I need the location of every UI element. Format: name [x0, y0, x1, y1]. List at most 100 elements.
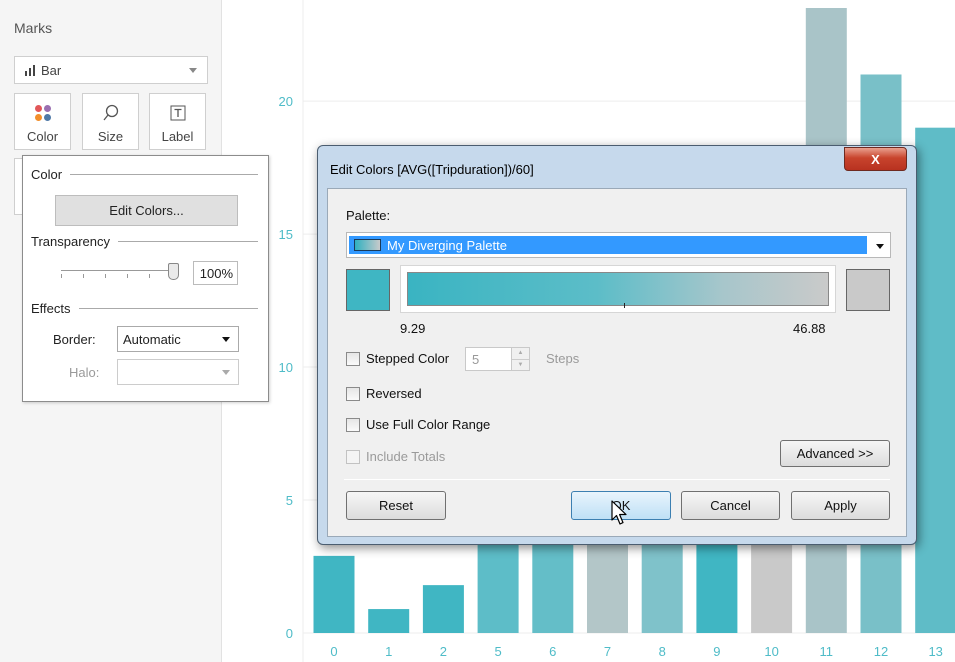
- y-tick-label: 10: [279, 360, 293, 375]
- x-tick-label: 6: [549, 644, 556, 659]
- steps-value[interactable]: 5: [465, 347, 512, 371]
- chevron-down-icon: [876, 244, 884, 249]
- x-tick-label: 11: [820, 644, 834, 659]
- bar-13[interactable]: [915, 127, 955, 634]
- reversed-label: Reversed: [366, 386, 422, 401]
- stepper-arrows[interactable]: ▲ ▼: [512, 347, 530, 371]
- range-min-value: 9.29: [400, 321, 426, 336]
- center-marker: [624, 303, 625, 308]
- slider-track: [61, 270, 173, 271]
- palette-label: Palette:: [346, 208, 391, 223]
- end-color-swatch[interactable]: [846, 269, 890, 311]
- palette-dropdown[interactable]: My Diverging Palette: [346, 232, 891, 258]
- color-section-title: Color: [31, 167, 63, 182]
- border-dropdown[interactable]: Automatic: [117, 326, 239, 352]
- transparency-section-title: Transparency: [31, 234, 110, 249]
- color-popup: Color Edit Colors... Transparency 100% E…: [22, 155, 269, 402]
- x-tick-label: 8: [659, 644, 666, 659]
- stepped-color-label: Stepped Color: [366, 351, 450, 366]
- steps-label: Steps: [546, 351, 580, 366]
- advanced-button[interactable]: Advanced >>: [780, 440, 890, 467]
- x-tick-label: 2: [440, 644, 447, 659]
- transparency-slider[interactable]: [61, 263, 179, 284]
- edit-colors-dialog: Edit Colors [AVG([Tripduration])/60] X P…: [317, 145, 917, 545]
- include-totals-option: Include Totals: [346, 449, 445, 464]
- x-tick-label: 10: [764, 644, 778, 659]
- text-label-icon: [170, 105, 185, 121]
- dialog-body: Palette: My Diverging Palette 9.29 46.88…: [327, 188, 907, 537]
- section-divider: [78, 308, 258, 309]
- x-tick-label: 7: [604, 644, 611, 659]
- chevron-down-icon[interactable]: ▼: [512, 358, 529, 371]
- y-tick-label: 0: [286, 626, 293, 641]
- size-card-label: Size: [97, 129, 124, 144]
- close-button[interactable]: X: [844, 147, 907, 171]
- x-tick-label: 1: [385, 644, 392, 659]
- x-tick-label: 0: [330, 644, 337, 659]
- bar-2[interactable]: [422, 585, 464, 633]
- gradient-bar[interactable]: [407, 272, 829, 308]
- full-color-range-label: Use Full Color Range: [366, 417, 491, 432]
- mark-type-value: Bar: [41, 62, 62, 78]
- bar-1[interactable]: [368, 609, 410, 633]
- slider-thumb[interactable]: [168, 263, 179, 280]
- x-tick-label: 9: [713, 644, 720, 659]
- border-value: Automatic: [123, 331, 181, 347]
- mouse-pointer-icon: [611, 500, 627, 525]
- section-divider: [118, 241, 258, 242]
- reversed-option[interactable]: Reversed: [346, 386, 422, 401]
- stepped-color-checkbox[interactable]: [346, 351, 360, 366]
- x-tick-label: 12: [874, 644, 888, 659]
- bar-0[interactable]: [313, 555, 355, 633]
- detail-card-edge: [14, 158, 22, 215]
- size-card[interactable]: Size: [82, 93, 139, 150]
- cancel-button[interactable]: Cancel: [681, 491, 780, 520]
- steps-stepper[interactable]: 5 ▲ ▼: [465, 347, 537, 371]
- chevron-down-icon: [222, 337, 230, 342]
- marks-title: Marks: [14, 20, 53, 36]
- slider-tick: [83, 274, 84, 278]
- dialog-divider: [344, 479, 890, 480]
- chevron-down-icon: [189, 68, 197, 73]
- effects-section-title: Effects: [31, 301, 71, 316]
- color-card[interactable]: Color: [14, 93, 71, 150]
- x-tick-label: 5: [494, 644, 501, 659]
- border-label: Border:: [53, 332, 96, 347]
- mark-type-dropdown[interactable]: Bar: [14, 56, 208, 84]
- color-dots-icon: [34, 105, 51, 121]
- label-card-label: Label: [161, 129, 194, 144]
- apply-button[interactable]: Apply: [791, 491, 890, 520]
- edit-colors-button[interactable]: Edit Colors...: [55, 195, 238, 226]
- x-tick-label: 13: [928, 644, 942, 659]
- section-divider: [70, 174, 258, 175]
- slider-tick: [127, 274, 128, 278]
- label-card[interactable]: Label: [149, 93, 206, 150]
- reversed-checkbox[interactable]: [346, 386, 360, 401]
- dialog-title: Edit Colors [AVG([Tripduration])/60]: [330, 162, 534, 177]
- palette-selected-option: My Diverging Palette: [349, 236, 867, 254]
- reset-button[interactable]: Reset: [346, 491, 446, 520]
- effects-section-header: Effects: [31, 301, 258, 316]
- palette-value: My Diverging Palette: [387, 237, 507, 253]
- halo-dropdown[interactable]: [117, 359, 239, 385]
- full-color-range-checkbox[interactable]: [346, 417, 360, 432]
- color-section-header: Color: [31, 167, 258, 182]
- slider-tick: [61, 274, 62, 278]
- include-totals-label: Include Totals: [366, 449, 446, 464]
- full-color-range-option[interactable]: Use Full Color Range: [346, 417, 490, 432]
- slider-tick: [105, 274, 106, 278]
- chevron-up-icon[interactable]: ▲: [512, 348, 529, 359]
- transparency-section-header: Transparency: [31, 234, 258, 249]
- chevron-down-icon: [222, 370, 230, 375]
- slider-tick: [149, 274, 150, 278]
- size-lasso-icon: [102, 104, 118, 121]
- bar-chart-icon: [25, 64, 35, 76]
- close-icon: X: [871, 151, 880, 167]
- halo-label: Halo:: [69, 365, 100, 380]
- transparency-value-input[interactable]: 100%: [193, 261, 238, 285]
- start-color-swatch[interactable]: [346, 269, 390, 311]
- color-ramp: [400, 265, 836, 313]
- y-tick-label: 20: [279, 94, 293, 109]
- range-max-value: 46.88: [793, 321, 826, 336]
- stepped-color-option[interactable]: Stepped Color: [346, 351, 449, 366]
